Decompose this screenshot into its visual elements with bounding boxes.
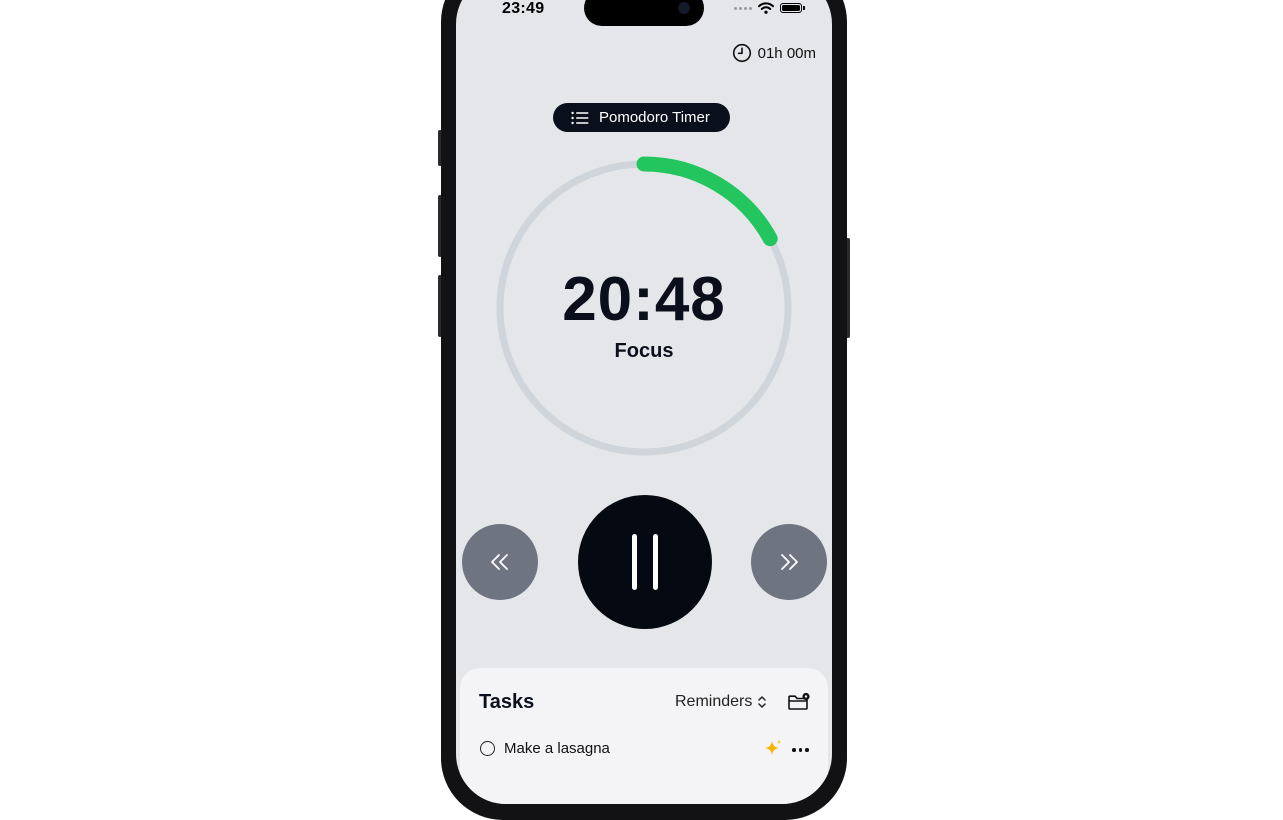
tasks-title: Tasks	[479, 691, 535, 713]
status-icons	[734, 2, 805, 14]
timer-display: 20:48	[562, 265, 726, 334]
sparkle-icon[interactable]	[763, 738, 783, 763]
timer-mode-label: Pomodoro Timer	[599, 109, 710, 126]
task-label: Make a lasagna	[504, 740, 610, 757]
timer-mode-selector[interactable]: Pomodoro Timer	[553, 103, 730, 132]
cellular-dots-icon	[734, 6, 752, 10]
wifi-icon	[758, 2, 774, 14]
clock-icon	[732, 43, 751, 63]
session-duration-label: 01h 00m	[757, 44, 816, 62]
session-duration[interactable]: 01h 00m	[732, 43, 816, 63]
chevrons-left-icon	[491, 554, 508, 570]
phone-screen: 23:49 01h 00m Pomodoro Timer 20:48 Focus…	[456, 0, 832, 804]
pause-button[interactable]	[578, 495, 712, 629]
skip-forward-button[interactable]	[751, 524, 827, 600]
battery-icon	[780, 3, 805, 13]
pause-icon	[624, 534, 666, 590]
reminders-list-selector[interactable]: Reminders	[675, 693, 767, 711]
folder-gear-icon	[788, 692, 810, 710]
task-checkbox[interactable]	[480, 741, 495, 756]
timer-phase-label: Focus	[614, 340, 674, 362]
dynamic-island	[584, 0, 704, 26]
chevron-up-down-icon	[758, 696, 767, 708]
camera-icon	[678, 2, 690, 14]
list-icon	[571, 111, 589, 124]
task-item[interactable]: Make a lasagna	[480, 740, 610, 757]
more-options-icon[interactable]	[792, 748, 809, 752]
tasks-panel: Tasks Reminders Make a lasagna	[460, 668, 828, 804]
progress-arc	[636, 156, 778, 247]
reminders-label: Reminders	[675, 693, 753, 710]
rewind-button[interactable]	[462, 524, 538, 600]
status-time: 23:49	[502, 0, 545, 17]
folder-settings-button[interactable]	[787, 692, 811, 717]
chevrons-right-icon	[781, 554, 798, 570]
